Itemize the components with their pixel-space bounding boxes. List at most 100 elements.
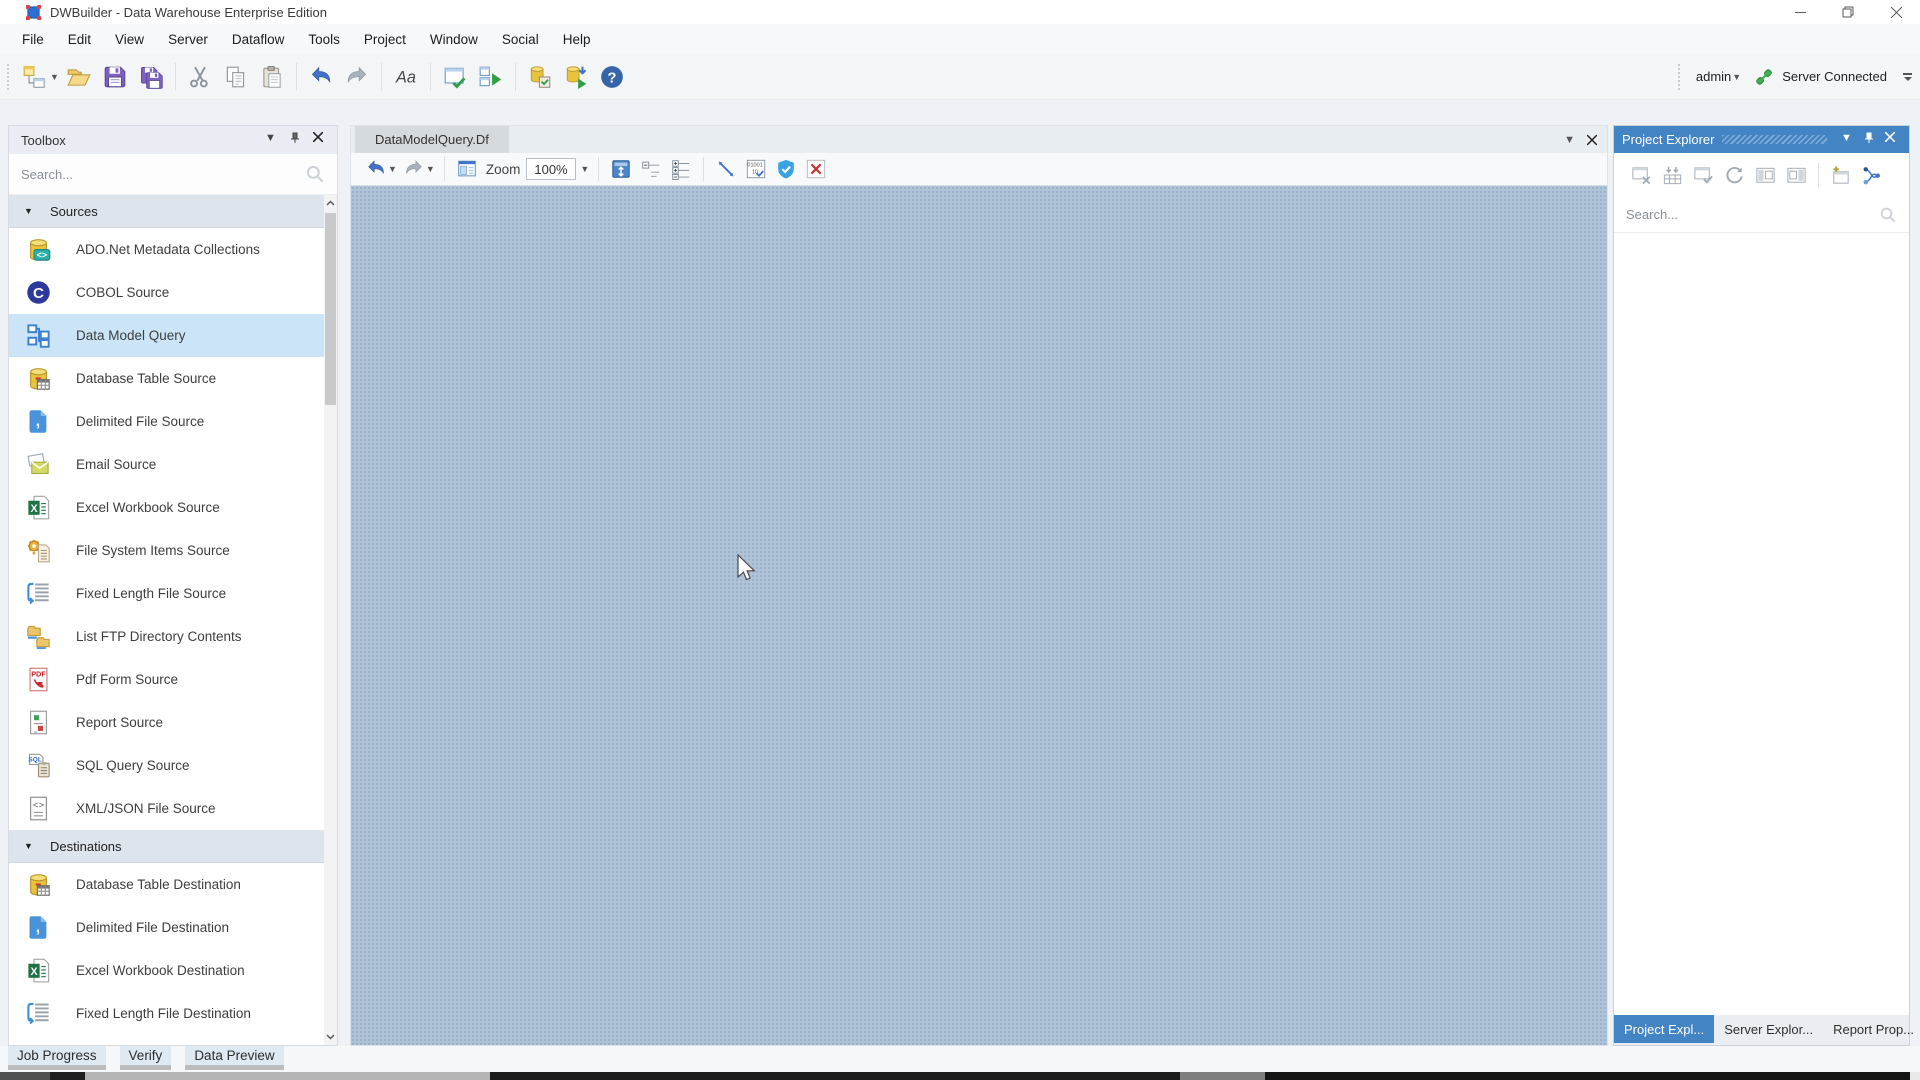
toolbox-item-delimited-file-destination[interactable]: ,Delimited File Destination: [9, 906, 324, 949]
dropdown-caret-icon[interactable]: ▼: [426, 164, 435, 174]
run-window-check-icon[interactable]: [442, 64, 468, 90]
pe-tab-project-expl-[interactable]: Project Expl...: [1614, 1015, 1714, 1043]
menu-window[interactable]: Window: [418, 28, 490, 51]
scrollbar-thumb[interactable]: [325, 213, 336, 405]
cut-icon[interactable]: [187, 64, 213, 90]
pe-refresh-icon[interactable]: [1723, 164, 1746, 187]
toolbox-scrollbar[interactable]: [324, 195, 337, 1045]
document-tab[interactable]: DataModelQuery.Df: [355, 126, 509, 153]
toolbox-search-input[interactable]: [21, 167, 305, 182]
run-dataflow-icon[interactable]: [478, 64, 504, 90]
toolbox-item-fixed-length-file-source[interactable]: Fixed Length File Source: [9, 572, 324, 615]
save-icon[interactable]: [102, 64, 128, 90]
pe-branch-icon[interactable]: [1860, 164, 1883, 187]
fit-height-icon[interactable]: [610, 158, 632, 180]
toolbox-section-destinations[interactable]: ▼Destinations: [9, 830, 324, 863]
toolbar-separator: [175, 63, 176, 91]
menu-tools[interactable]: Tools: [296, 28, 352, 51]
open-folder-icon[interactable]: [66, 64, 92, 90]
dataflow-canvas[interactable]: [351, 186, 1607, 1045]
help-icon[interactable]: ?: [599, 64, 625, 90]
toolbox-item-database-table-destination[interactable]: Database Table Destination: [9, 863, 324, 906]
section-collapse-icon[interactable]: ▼: [24, 841, 50, 851]
toolbox-item-data-model-query[interactable]: Data Model Query: [9, 314, 324, 357]
copy-icon[interactable]: [223, 64, 249, 90]
pe-panel-right-icon[interactable]: [1785, 164, 1808, 187]
pe-new-dataflow-icon[interactable]: [1829, 164, 1852, 187]
pe-window-close-icon[interactable]: [1630, 164, 1653, 187]
menu-project[interactable]: Project: [352, 28, 418, 51]
section-collapse-icon[interactable]: ▼: [24, 206, 50, 216]
menu-social[interactable]: Social: [490, 28, 551, 51]
zoom-caret-icon[interactable]: ▼: [580, 164, 589, 174]
db-verify-icon[interactable]: [527, 64, 553, 90]
toolbox-item-cobol-source[interactable]: CCOBOL Source: [9, 271, 324, 314]
pe-window-check-icon[interactable]: [1692, 164, 1715, 187]
close-icon[interactable]: [1885, 132, 1901, 148]
redo-icon[interactable]: [403, 158, 425, 180]
zoom-value-input[interactable]: 100%: [526, 158, 576, 180]
undo-icon[interactable]: [365, 158, 387, 180]
verify-shield-icon[interactable]: [775, 158, 797, 180]
expand-nodes-icon[interactable]: [670, 158, 692, 180]
pin-icon[interactable]: [289, 132, 305, 148]
layout-icon[interactable]: [456, 158, 478, 180]
close-icon[interactable]: [313, 132, 329, 148]
font-style-icon[interactable]: Aa: [393, 64, 419, 90]
new-dataflow-icon[interactable]: [22, 64, 48, 90]
pe-tab-server-explor-[interactable]: Server Explor...: [1714, 1015, 1823, 1043]
data-check-icon[interactable]: 0100110: [745, 158, 767, 180]
tab-list-dropdown-icon[interactable]: ▼: [1564, 134, 1575, 146]
toolbar-overflow-icon[interactable]: [1903, 73, 1912, 81]
toolbox-item-sql-query-source[interactable]: SQLSQL Query Source: [9, 744, 324, 787]
close-document-icon[interactable]: [1587, 135, 1597, 145]
bottom-tab-job-progress[interactable]: Job Progress: [8, 1046, 106, 1070]
dropdown-caret-icon[interactable]: ▼: [388, 164, 397, 174]
toolbox-item-email-source[interactable]: Email Source: [9, 443, 324, 486]
pe-tab-report-prop-[interactable]: Report Prop...: [1823, 1015, 1920, 1043]
user-menu[interactable]: admin: [1696, 69, 1731, 84]
toolbox-item-file-system-items-source[interactable]: File System Items Source: [9, 529, 324, 572]
toolbox-section-sources[interactable]: ▼Sources: [9, 195, 324, 228]
pe-panel-left-icon[interactable]: [1754, 164, 1777, 187]
toolbox-item-pdf-form-source[interactable]: PDFPdf Form Source: [9, 658, 324, 701]
toolbox-item-excel-workbook-destination[interactable]: XExcel Workbook Destination: [9, 949, 324, 992]
undo-icon[interactable]: [308, 64, 334, 90]
collapse-nodes-icon[interactable]: [640, 158, 662, 180]
scroll-down-icon[interactable]: [324, 1029, 337, 1045]
menu-view[interactable]: View: [103, 28, 156, 51]
db-import-icon[interactable]: [563, 64, 589, 90]
project-explorer-tree[interactable]: [1614, 233, 1909, 1015]
save-all-icon[interactable]: [138, 64, 164, 90]
toolbox-item-database-table-source[interactable]: Database Table Source: [9, 357, 324, 400]
close-button[interactable]: [1872, 0, 1920, 24]
redo-icon[interactable]: [344, 64, 370, 90]
toolbox-item-report-source[interactable]: Report Source: [9, 701, 324, 744]
restore-button[interactable]: [1824, 0, 1872, 24]
toolbox-item-delimited-file-source[interactable]: ,Delimited File Source: [9, 400, 324, 443]
connector-line-icon[interactable]: [715, 158, 737, 180]
minimize-button[interactable]: [1776, 0, 1824, 24]
menu-help[interactable]: Help: [551, 28, 603, 51]
chevron-down-icon[interactable]: ▼: [1841, 132, 1857, 148]
toolbox-item-excel-workbook-source[interactable]: XExcel Workbook Source: [9, 486, 324, 529]
menu-edit[interactable]: Edit: [56, 28, 103, 51]
user-menu-caret-icon[interactable]: ▼: [1732, 72, 1741, 82]
pe-import-grid-icon[interactable]: [1661, 164, 1684, 187]
paste-icon[interactable]: [259, 64, 285, 90]
menu-server[interactable]: Server: [156, 28, 220, 51]
toolbox-item-ado-net-metadata-collections[interactable]: <>ADO.Net Metadata Collections: [9, 228, 324, 271]
bottom-tab-data-preview[interactable]: Data Preview: [185, 1046, 283, 1070]
toolbox-item-list-ftp-directory-contents[interactable]: List FTP Directory Contents: [9, 615, 324, 658]
new-dropdown-caret-icon[interactable]: ▼: [50, 72, 59, 82]
scroll-up-icon[interactable]: [324, 195, 337, 211]
toolbox-item-xml-json-file-source[interactable]: <>XML/JSON File Source: [9, 787, 324, 830]
delete-remove-icon[interactable]: [805, 158, 827, 180]
pin-icon[interactable]: [1863, 132, 1879, 148]
menu-file[interactable]: File: [10, 28, 56, 51]
project-explorer-search-input[interactable]: [1626, 207, 1879, 222]
menu-dataflow[interactable]: Dataflow: [220, 28, 297, 51]
bottom-tab-verify[interactable]: Verify: [120, 1046, 172, 1070]
chevron-down-icon[interactable]: ▼: [265, 132, 281, 148]
toolbox-item-fixed-length-file-destination[interactable]: Fixed Length File Destination: [9, 992, 324, 1035]
